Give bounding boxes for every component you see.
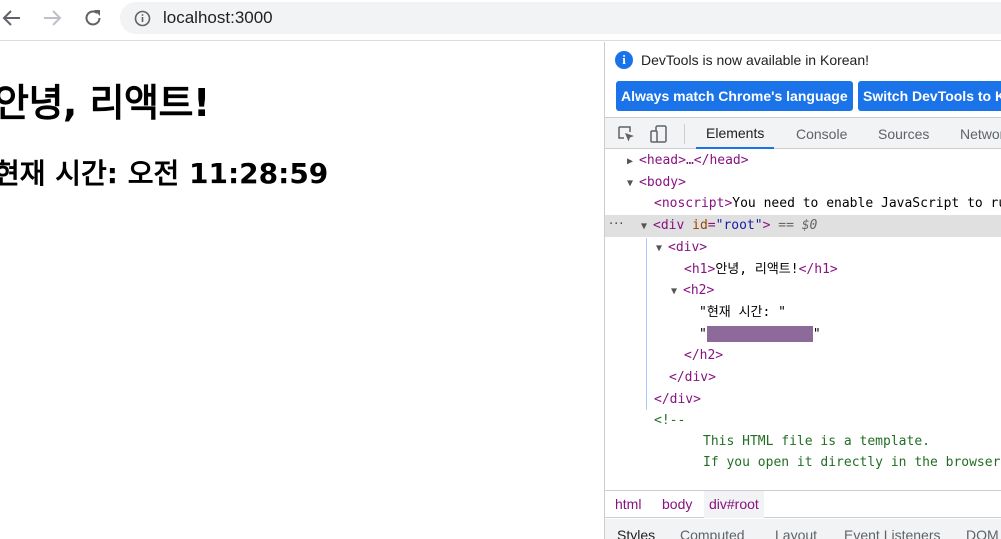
subtab-styles[interactable]: Styles — [617, 527, 655, 539]
tree-text-node-time[interactable]: " " — [699, 324, 821, 346]
browser-toolbar: localhost:3000 — [0, 0, 1001, 41]
breadcrumb-body[interactable]: body — [657, 491, 697, 518]
forward-arrow-icon[interactable] — [40, 6, 64, 30]
breadcrumb: html body div#root — [605, 490, 1001, 518]
tab-separator — [684, 124, 685, 144]
subtab-event-listeners[interactable]: Event Listeners — [844, 527, 941, 539]
tree-node-h2-close[interactable]: </h2> — [684, 345, 723, 367]
match-language-button[interactable]: Always match Chrome's language — [616, 81, 853, 111]
more-actions-icon[interactable]: ··· — [609, 215, 624, 237]
tree-node-div-close[interactable]: </div> — [669, 367, 716, 389]
language-banner: i DevTools is now available in Korean! — [615, 51, 869, 69]
tree-text-node-label[interactable]: "현재 시간: " — [699, 302, 786, 324]
reload-icon[interactable] — [81, 6, 105, 30]
devtools-panel: i DevTools is now available in Korean! A… — [604, 42, 1001, 539]
tree-node-comment[interactable]: <!-- — [654, 410, 685, 432]
address-bar[interactable]: localhost:3000 — [120, 2, 1001, 34]
tree-node-body[interactable]: ▼ <body> — [627, 172, 686, 194]
tab-sources[interactable]: Sources — [878, 118, 929, 149]
tab-elements[interactable]: Elements — [696, 118, 775, 149]
tree-node-div-root[interactable]: ▼ <div id="root"> == $0 — [641, 215, 817, 237]
tree-node-noscript[interactable]: <noscript>You need to enable JavaScript … — [654, 193, 1001, 215]
tree-node-div-root-close[interactable]: </div> — [654, 389, 701, 411]
info-icon[interactable] — [134, 10, 151, 31]
page-viewport: 안녕, 리액트! 현재 시간: 오전 11:28:59 — [0, 42, 604, 539]
tree-node-head[interactable]: ▶ <head>…</head> — [627, 150, 749, 172]
elements-tree: ··· ▶ <head>…</head> ▼ <body> <noscript>Yo… — [605, 150, 1001, 490]
breadcrumb-div-root[interactable]: div#root — [704, 491, 764, 518]
styles-subtab-bar: Styles Computed Layout Event Listeners D… — [605, 519, 1001, 539]
tree-node-div[interactable]: ▼ <div> — [656, 237, 707, 259]
url-text[interactable]: localhost:3000 — [163, 8, 273, 28]
tab-console[interactable]: Console — [796, 118, 847, 149]
language-banner-text: DevTools is now available in Korean! — [641, 52, 870, 68]
tree-node-h2[interactable]: ▼ <h2> — [671, 280, 714, 302]
subtab-computed[interactable]: Computed — [680, 527, 745, 539]
switch-language-button[interactable]: Switch DevTools to Korean — [858, 81, 1001, 111]
inspect-element-icon[interactable] — [616, 124, 636, 148]
redacted-time-text — [706, 325, 813, 342]
page-heading: 안녕, 리액트! — [0, 81, 210, 125]
tree-node-h1[interactable]: <h1>안녕, 리액트!</h1> — [684, 259, 838, 281]
info-filled-icon: i — [615, 51, 633, 69]
current-time-heading: 현재 시간: 오전 11:28:59 — [0, 157, 329, 190]
subtab-dom-breakpoints[interactable]: DOM Breakpoints — [966, 527, 1001, 539]
tab-network[interactable]: Network — [960, 118, 1001, 149]
subtab-layout[interactable]: Layout — [775, 527, 817, 539]
tree-comment-line-1: This HTML file is a template. — [703, 434, 930, 449]
back-arrow-icon[interactable] — [0, 6, 24, 30]
tree-comment-line-2: If you open it directly in the browser, … — [703, 455, 1001, 470]
breadcrumb-html[interactable]: html — [610, 491, 646, 518]
tree-guide-line — [646, 238, 647, 410]
device-toolbar-icon[interactable] — [649, 124, 669, 148]
devtools-tab-bar: Elements Console Sources Network — [605, 117, 1001, 149]
